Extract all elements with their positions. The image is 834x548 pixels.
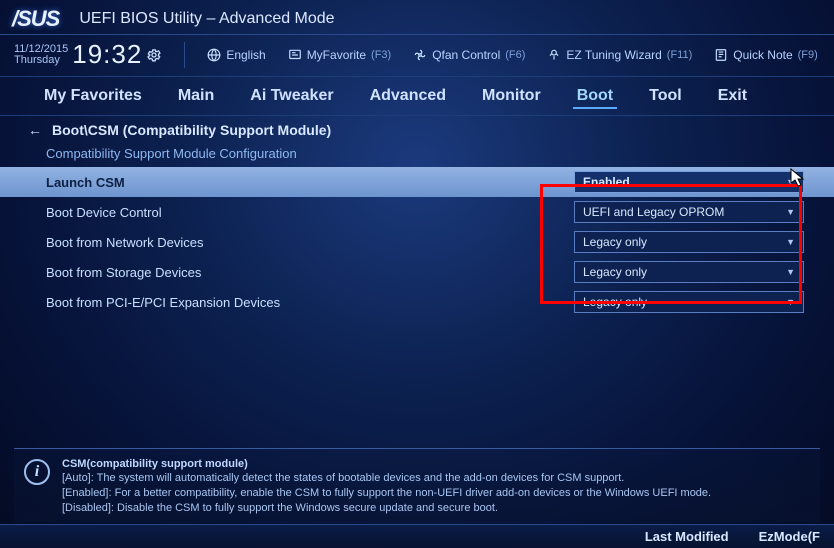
chevron-down-icon: ▼ [786,267,795,277]
setting-label: Boot from PCI-E/PCI Expansion Devices [46,295,280,310]
tab-bar: My Favorites Main Ai Tweaker Advanced Mo… [0,77,834,116]
chevron-down-icon: ▼ [786,237,795,247]
date-text: 11/12/2015 [14,44,68,55]
language-label: English [226,48,265,62]
myfavorite-label: MyFavorite [307,48,366,62]
tab-aitweaker[interactable]: Ai Tweaker [246,85,337,109]
qfan-hotkey: (F6) [505,49,525,61]
title-bar: /SUS UEFI BIOS Utility – Advanced Mode [0,0,834,35]
quicknote-hotkey: (F9) [798,49,818,61]
globe-icon [207,48,221,62]
clock-text: 19:32 [72,39,142,70]
setting-label: Boot from Storage Devices [46,265,201,280]
ez-tuning-hotkey: (F11) [667,49,692,61]
gear-icon[interactable] [146,47,162,63]
dropdown-boot-pcie[interactable]: Legacy only ▼ [574,291,804,313]
tab-main[interactable]: Main [174,85,218,109]
tab-exit[interactable]: Exit [714,85,751,109]
dropdown-boot-network[interactable]: Legacy only ▼ [574,231,804,253]
help-text: CSM(compatibility support module) [Auto]… [62,457,711,516]
app-title: UEFI BIOS Utility – Advanced Mode [79,10,334,28]
divider [184,42,185,68]
tab-tool[interactable]: Tool [645,85,686,109]
chevron-down-icon: ▼ [786,207,795,217]
setting-boot-pcie[interactable]: Boot from PCI-E/PCI Expansion Devices Le… [0,287,834,317]
tab-boot[interactable]: Boot [573,85,617,109]
tab-monitor[interactable]: Monitor [478,85,545,109]
tab-advanced[interactable]: Advanced [366,85,450,109]
setting-label: Boot Device Control [46,205,162,220]
setting-label: Boot from Network Devices [46,235,204,250]
dropdown-value: Legacy only [583,295,647,309]
setting-boot-storage[interactable]: Boot from Storage Devices Legacy only ▼ [0,257,834,287]
ez-tuning-button[interactable]: EZ Tuning Wizard (F11) [547,48,692,62]
qfan-button[interactable]: Qfan Control (F6) [413,48,525,62]
setting-launch-csm[interactable]: Launch CSM Enabled ▼ [0,167,834,197]
wand-icon [547,48,561,62]
dropdown-boot-device-control[interactable]: UEFI and Legacy OPROM ▼ [574,201,804,223]
tab-myfavorites[interactable]: My Favorites [40,85,146,109]
status-bar: 11/12/2015 Thursday 19:32 English MyFavo… [0,35,834,77]
help-line: [Enabled]: For a better compatibility, e… [62,486,711,501]
help-panel: i CSM(compatibility support module) [Aut… [14,448,820,522]
section-title: Compatibility Support Module Configurati… [0,142,834,167]
breadcrumb-row: ← Boot\CSM (Compatibility Support Module… [0,116,834,142]
help-title: CSM(compatibility support module) [62,457,711,472]
day-text: Thursday [14,55,68,66]
myfavorite-hotkey: (F3) [371,49,391,61]
qfan-label: Qfan Control [432,48,500,62]
dropdown-value: Legacy only [583,265,647,279]
back-arrow-icon[interactable]: ← [28,122,42,138]
ez-tuning-label: EZ Tuning Wizard [566,48,661,62]
chevron-down-icon: ▼ [786,297,795,307]
dropdown-launch-csm[interactable]: Enabled ▼ [574,171,804,193]
note-icon [714,48,728,62]
help-line: [Disabled]: Disable the CSM to fully sup… [62,501,711,516]
setting-label: Launch CSM [46,175,125,190]
favorite-icon [288,48,302,62]
last-modified-button[interactable]: Last Modified [645,529,729,544]
breadcrumb: Boot\CSM (Compatibility Support Module) [52,122,331,138]
language-button[interactable]: English [207,48,265,62]
datetime-block: 11/12/2015 Thursday 19:32 [14,39,162,70]
quicknote-button[interactable]: Quick Note (F9) [714,48,818,62]
brand-logo: /SUS [12,6,59,32]
dropdown-value: Enabled [583,175,630,189]
info-icon: i [24,459,50,485]
ezmode-button[interactable]: EzMode(F [759,529,820,544]
chevron-down-icon: ▼ [786,177,795,187]
fan-icon [413,48,427,62]
dropdown-value: Legacy only [583,235,647,249]
dropdown-value: UEFI and Legacy OPROM [583,205,724,219]
setting-boot-device-control[interactable]: Boot Device Control UEFI and Legacy OPRO… [0,197,834,227]
myfavorite-button[interactable]: MyFavorite (F3) [288,48,392,62]
dropdown-boot-storage[interactable]: Legacy only ▼ [574,261,804,283]
help-line: [Auto]: The system will automatically de… [62,471,711,486]
footer-bar: Last Modified EzMode(F [0,524,834,548]
setting-boot-network[interactable]: Boot from Network Devices Legacy only ▼ [0,227,834,257]
quicknote-label: Quick Note [733,48,792,62]
